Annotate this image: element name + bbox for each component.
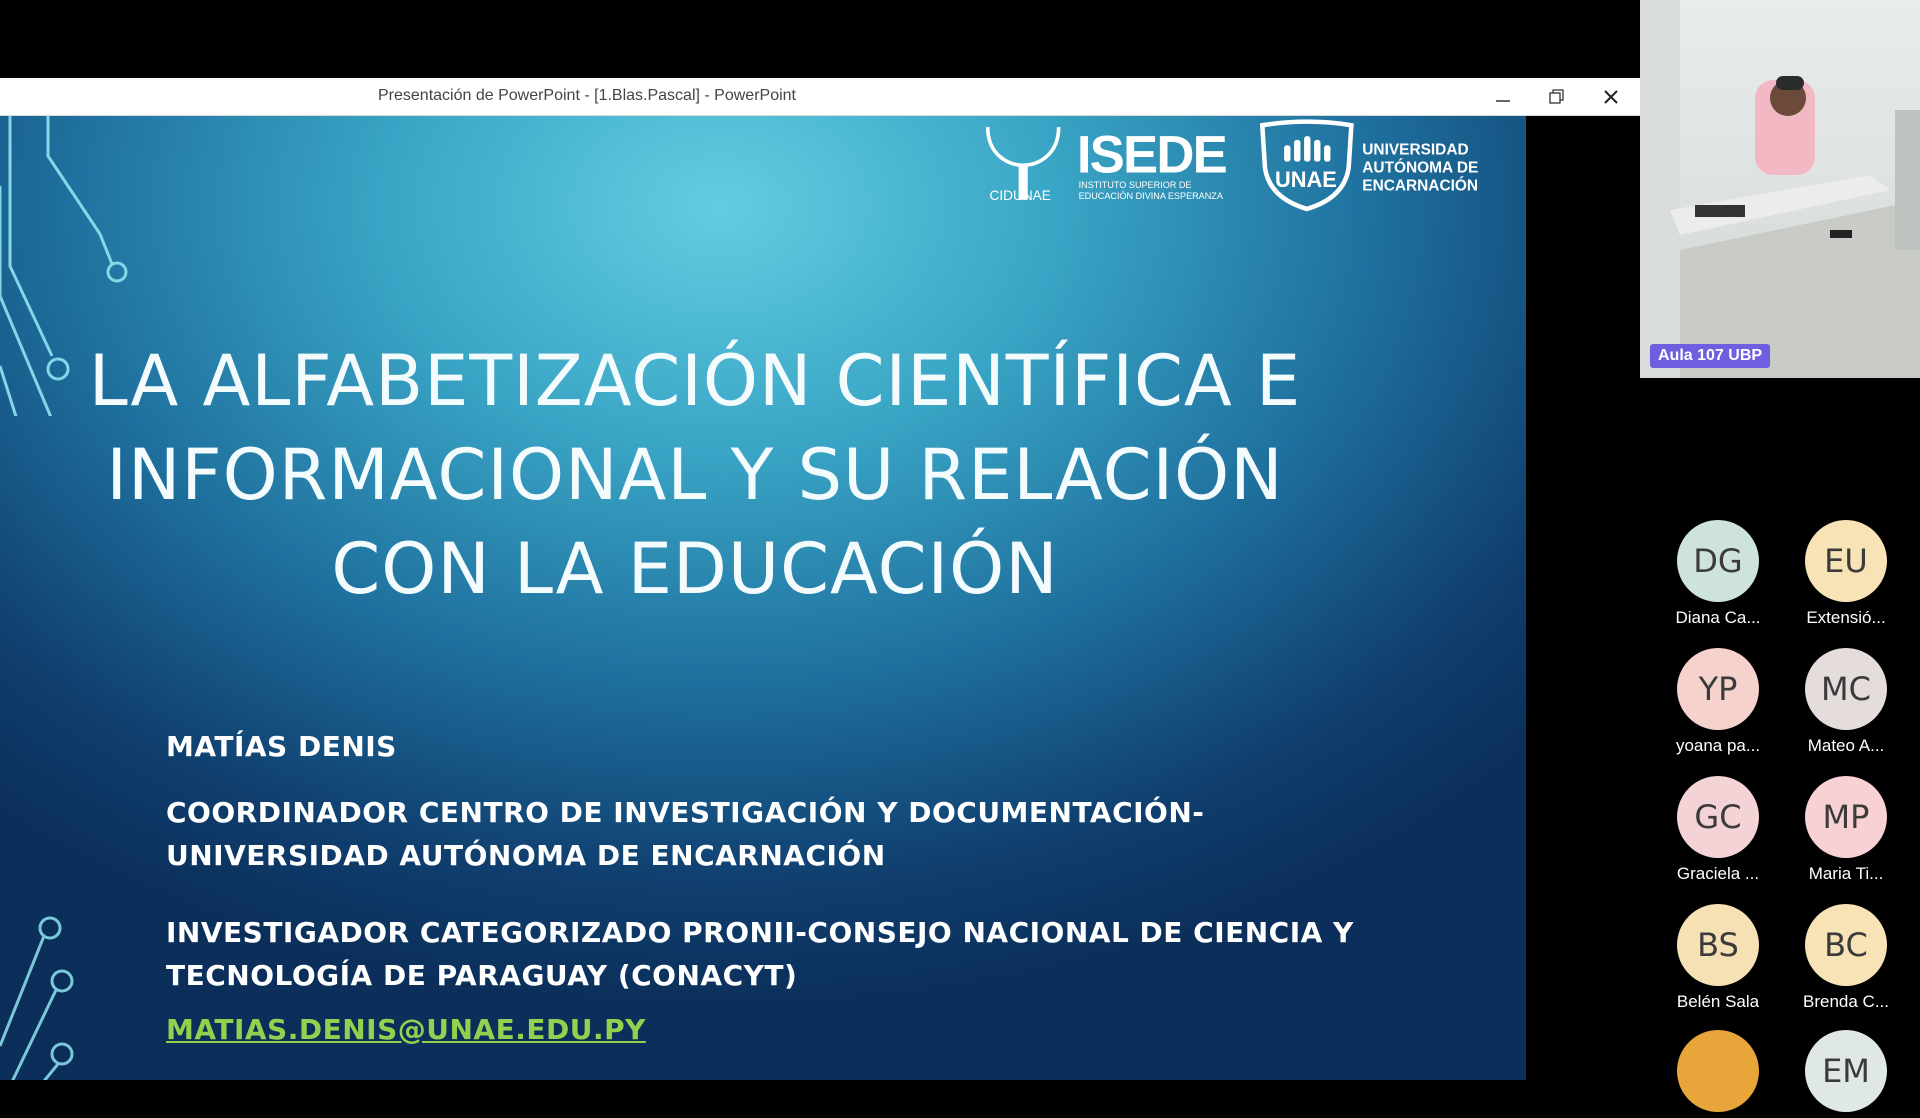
participant-avatar: BS — [1677, 904, 1759, 986]
participant-1[interactable]: EU Extensió... — [1790, 520, 1902, 628]
isede-logo: ISEDE INSTITUTO SUPERIOR DE EDUCACIÓN DI… — [1077, 126, 1229, 201]
title-line-3: CON LA EDUCACIÓN — [331, 528, 1059, 610]
participant-name: Maria Ti... — [1808, 864, 1884, 883]
unae-badge-text: UNAE — [1275, 167, 1337, 192]
restore-button[interactable] — [1530, 78, 1584, 115]
participant-0[interactable]: DG Diana Ca... — [1662, 520, 1774, 628]
participant-name: Mateo A... — [1807, 736, 1885, 755]
isede-subtitle-2: EDUCACIÓN DIVINA ESPERANZA — [1079, 191, 1224, 201]
restore-icon — [1549, 89, 1564, 104]
presenter-role-researcher: INVESTIGADOR CATEGORIZADO PRONII-CONSEJO… — [166, 911, 1486, 997]
unae-line-2: AUTÓNOMA DE — [1362, 159, 1478, 177]
close-button[interactable] — [1584, 78, 1638, 115]
participant-3[interactable]: MC Mateo A... — [1790, 648, 1902, 756]
participant-8[interactable] — [1662, 1030, 1774, 1118]
circuit-decoration-bottom — [0, 916, 74, 1080]
presenter-name: MATÍAS DENIS — [166, 730, 397, 763]
participant-avatar: YP — [1677, 648, 1759, 730]
participant-avatar: EU — [1805, 520, 1887, 602]
participant-6[interactable]: BS Belén Sala — [1662, 904, 1774, 1012]
cidunae-text: CIDUNAE — [990, 188, 1051, 203]
participant-5[interactable]: MP Maria Ti... — [1790, 776, 1902, 884]
participant-name: Extensió... — [1806, 608, 1886, 627]
isede-text: ISEDE — [1077, 126, 1227, 185]
role-1-line-2: UNIVERSIDAD AUTÓNOMA DE ENCARNACIÓN — [166, 839, 886, 872]
participant-name: yoana pa... — [1675, 736, 1761, 755]
unae-line-3: ENCARNACIÓN — [1362, 177, 1478, 195]
isede-subtitle-1: INSTITUTO SUPERIOR DE — [1079, 180, 1192, 190]
participant-4[interactable]: GC Graciela ... — [1662, 776, 1774, 884]
video-tile-label: Aula 107 UBP — [1650, 344, 1771, 368]
minimize-icon — [1496, 100, 1510, 102]
presenter-email-link[interactable]: MATIAS.DENIS@UNAE.EDU.PY — [166, 1013, 646, 1046]
slide-title: LA ALFABETIZACIÓN CIENTÍFICA E INFORMACI… — [60, 334, 1330, 616]
presenter-role-coordinator: COORDINADOR CENTRO DE INVESTIGACIÓN Y DO… — [166, 791, 1466, 877]
title-line-2: INFORMACIONAL Y SU RELACIÓN — [106, 434, 1284, 516]
participant-name: Brenda C... — [1803, 992, 1889, 1011]
participant-avatar: DG — [1677, 520, 1759, 602]
unae-logo: UNAE UNIVERSIDAD AUTÓNOMA DE ENCARNACIÓN — [1259, 119, 1478, 212]
window-title: Presentación de PowerPoint - [1.Blas.Pas… — [378, 87, 796, 104]
role-2-line-2: TECNOLOGÍA DE PARAGUAY (CONACYT) — [166, 959, 798, 992]
participant-avatar: GC — [1677, 776, 1759, 858]
participant-name: Graciela ... — [1676, 864, 1760, 883]
powerpoint-window: Presentación de PowerPoint - [1.Blas.Pas… — [0, 78, 1641, 1080]
window-titlebar[interactable]: Presentación de PowerPoint - [1.Blas.Pas… — [0, 78, 1641, 116]
slide: CIDUNAE ISEDE INSTITUTO SUPERIOR DE EDUC… — [0, 116, 1526, 1080]
participant-name: Belén Sala — [1676, 992, 1760, 1011]
role-1-line-1: COORDINADOR CENTRO DE INVESTIGACIÓN Y DO… — [166, 796, 1205, 829]
unae-line-1: UNIVERSIDAD — [1362, 141, 1468, 158]
participant-avatar: MC — [1805, 648, 1887, 730]
video-scene — [1640, 0, 1920, 378]
minimize-button[interactable] — [1476, 78, 1530, 115]
cidunae-logo: CIDUNAE — [985, 127, 1061, 203]
participant-avatar: EM — [1805, 1030, 1887, 1112]
close-icon — [1604, 90, 1618, 104]
participant-video-tile[interactable]: Aula 107 UBP — [1640, 0, 1920, 378]
institution-logos: CIDUNAE ISEDE INSTITUTO SUPERIOR DE EDUC… — [985, 119, 1478, 212]
participant-avatar: BC — [1805, 904, 1887, 986]
slide-letterbox — [1526, 116, 1641, 1080]
role-2-line-1: INVESTIGADOR CATEGORIZADO PRONII-CONSEJO… — [166, 916, 1354, 949]
participant-7[interactable]: BC Brenda C... — [1790, 904, 1902, 1012]
participant-2[interactable]: YP yoana pa... — [1662, 648, 1774, 756]
participant-name: Diana Ca... — [1675, 608, 1761, 627]
title-line-1: LA ALFABETIZACIÓN CIENTÍFICA E — [88, 340, 1302, 422]
participant-avatar — [1677, 1030, 1759, 1112]
participant-avatar: MP — [1805, 776, 1887, 858]
participant-9[interactable]: EM — [1790, 1030, 1902, 1118]
